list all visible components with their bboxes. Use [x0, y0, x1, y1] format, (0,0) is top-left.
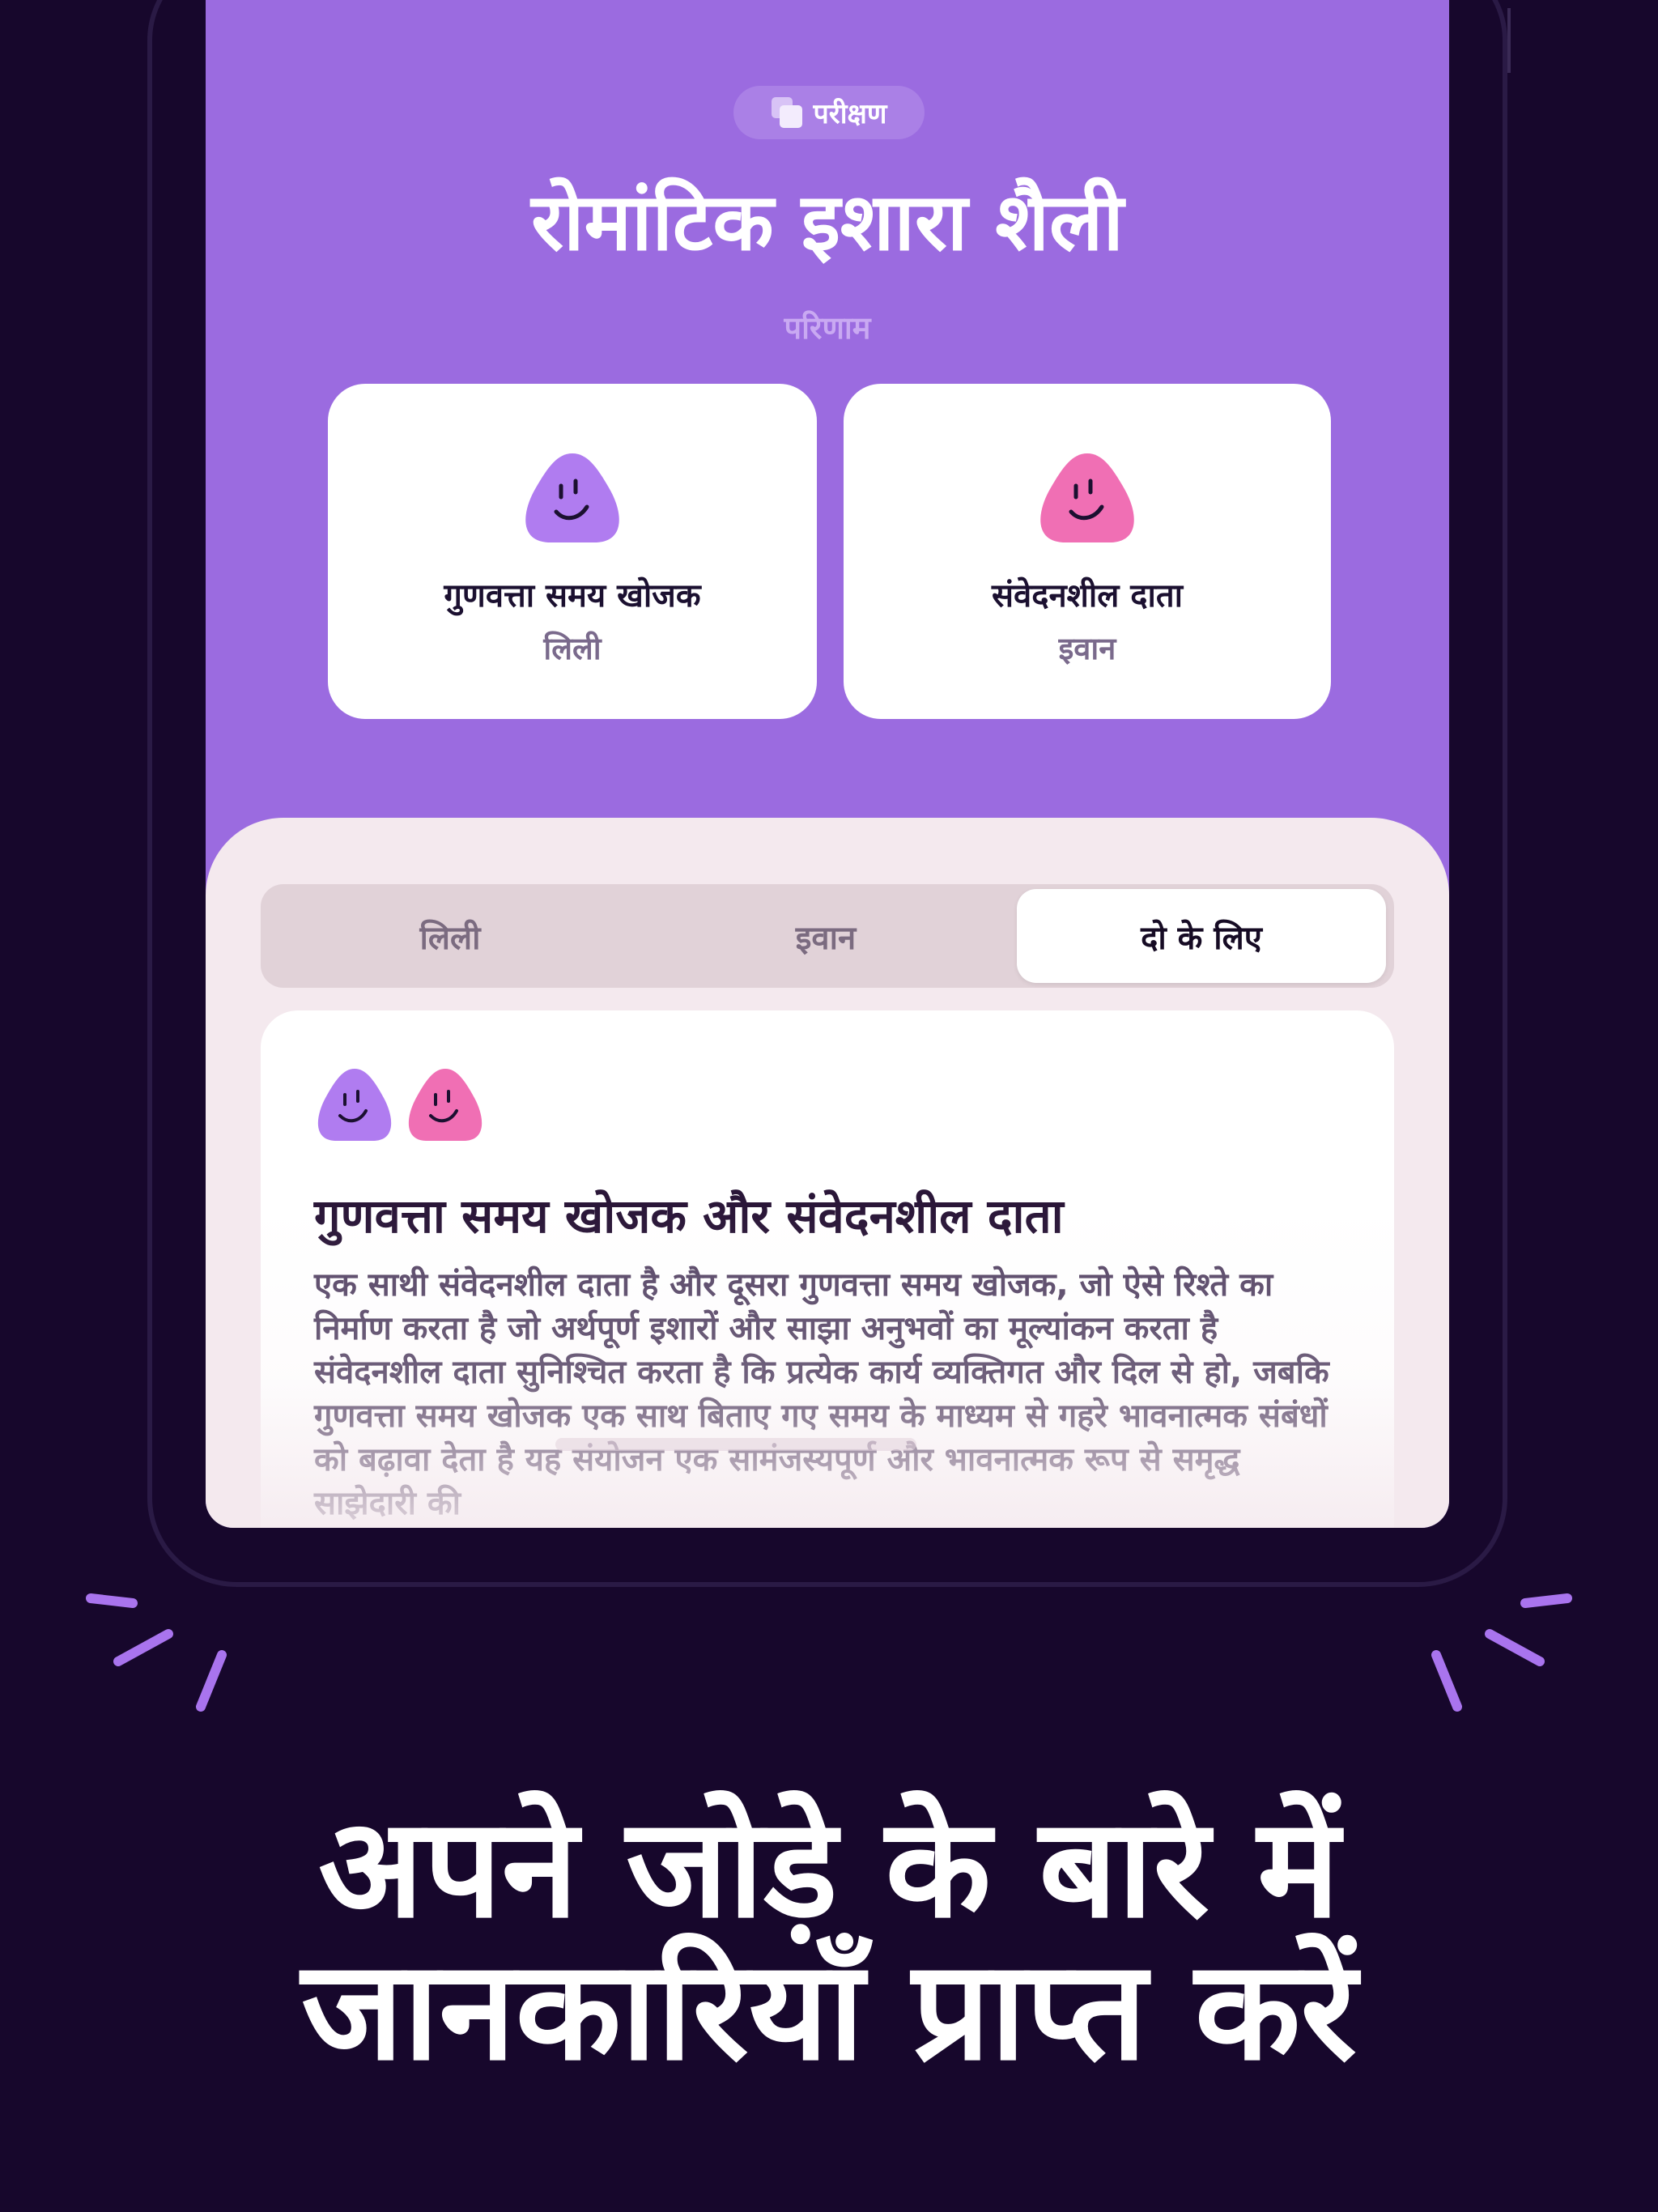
pink-smiley-blob-icon — [1040, 453, 1134, 542]
segmented-tabs: लिली इवान दो के लिए — [261, 884, 1394, 988]
promo-headline-line-2: जानकारियाँ प्राप्त करें — [301, 1931, 1357, 2091]
tab-lily[interactable]: लिली — [266, 889, 635, 983]
result-person-1: लिली — [543, 631, 602, 666]
promo-headline: अपने जोड़े के बारे में जानकारियाँ प्राप्… — [0, 1797, 1658, 2082]
scroll-indicator — [555, 1438, 916, 1451]
result-type-1: गुणवत्ता समय खोजक — [444, 577, 701, 615]
tablet-side-button — [1507, 8, 1511, 73]
result-person-2: इवान — [1058, 631, 1116, 666]
promo-headline-line-1: अपने जोड़े के बारे में — [318, 1789, 1340, 1949]
couple-type-title: गुणवत्ता समय खोजक और संवेदनशील दाता — [314, 1189, 1064, 1244]
quiz-title: रोमांटिक इशारा शैली — [531, 177, 1124, 269]
tab-for-two[interactable]: दो के लिए — [1017, 889, 1386, 983]
result-card-ivan[interactable]: संवेदनशील दाता इवान — [844, 384, 1331, 719]
purple-smiley-blob-icon — [317, 1069, 392, 1141]
quiz-badge: परीक्षण — [733, 86, 925, 139]
quiz-icon — [771, 97, 802, 128]
results-label: परिणाम — [784, 310, 871, 346]
result-card-lily[interactable]: गुणवत्ता समय खोजक लिली — [328, 384, 817, 719]
purple-smiley-blob-icon — [525, 453, 619, 542]
couple-description: एक साथी संवेदनशील दाता है और दूसरा गुणवत… — [314, 1266, 1329, 1522]
app-screen: परीक्षण रोमांटिक इशारा शैली परिणाम गुणवत… — [206, 0, 1449, 1528]
comparison-panel: लिली इवान दो के लिए गुणवत्ता समय खोजक और… — [206, 818, 1449, 1528]
result-type-2: संवेदनशील दाता — [991, 577, 1184, 615]
quiz-badge-label: परीक्षण — [813, 98, 887, 130]
pink-smiley-blob-icon — [408, 1069, 483, 1141]
sparkle-lines-decoration — [86, 1593, 1572, 1712]
tab-ivan[interactable]: इवान — [641, 889, 1010, 983]
